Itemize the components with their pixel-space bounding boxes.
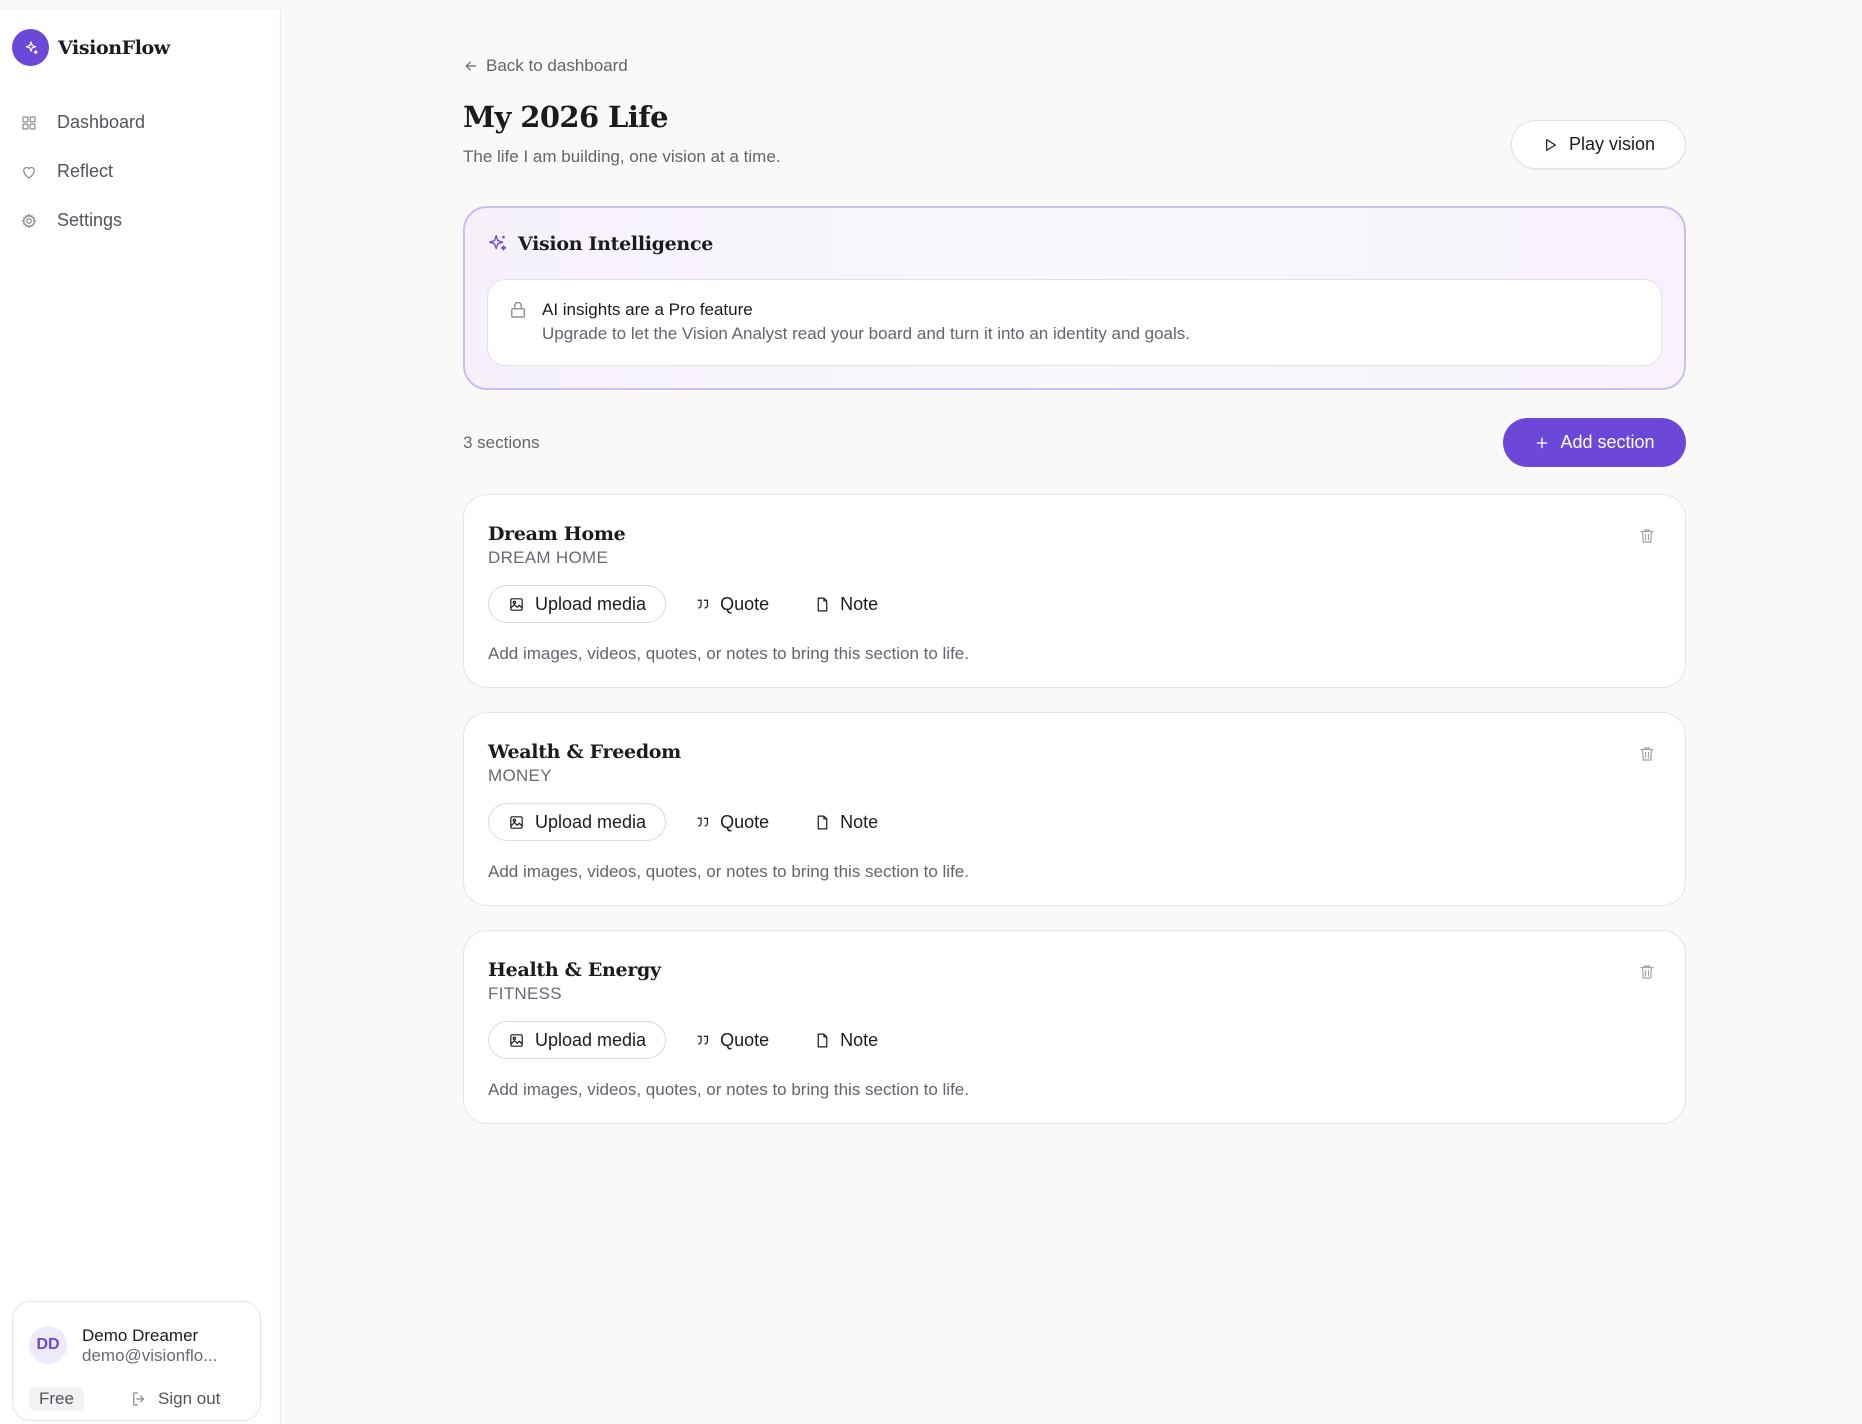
note-icon xyxy=(817,1033,828,1047)
app-name: VisionFlow xyxy=(58,36,170,59)
avatar[interactable]: DD xyxy=(29,1326,67,1364)
add-section-label: Add section xyxy=(1560,432,1655,452)
sidebar-item-reflect[interactable]: Reflect xyxy=(20,147,145,196)
quote-button[interactable]: Quote xyxy=(694,1021,769,1059)
note-label: Note xyxy=(840,1029,879,1050)
sidebar-item-settings[interactable]: Settings xyxy=(20,196,145,245)
section-card: Wealth & Freedom MONEY Upload media Quot… xyxy=(463,712,1686,906)
section-hint: Add images, videos, quotes, or notes to … xyxy=(488,1080,969,1099)
upload-media-button[interactable]: Upload media xyxy=(488,1021,667,1059)
pro-feature-title: AI insights are a Pro feature xyxy=(542,300,753,319)
section-actions: Upload media Quote Note xyxy=(488,803,878,841)
quote-icon xyxy=(697,1035,709,1045)
section-category: MONEY xyxy=(488,766,552,785)
image-icon xyxy=(510,1033,523,1047)
trash-icon[interactable] xyxy=(1638,745,1656,763)
note-button[interactable]: Note xyxy=(814,585,878,623)
intel-title: Vision Intelligence xyxy=(518,233,714,255)
section-count: 3 sections xyxy=(463,433,540,452)
trash-icon[interactable] xyxy=(1638,527,1656,545)
note-icon xyxy=(817,597,828,611)
note-label: Note xyxy=(840,811,879,832)
pro-feature-notice: AI insights are a Pro feature Upgrade to… xyxy=(487,279,1662,366)
plan-badge: Free xyxy=(29,1387,84,1411)
sign-out-label: Sign out xyxy=(158,1389,221,1408)
sidebar-item-label: Reflect xyxy=(57,161,114,181)
vision-intelligence-panel: Vision Intelligence AI insights are a Pr… xyxy=(463,206,1686,390)
quote-icon xyxy=(697,817,709,827)
back-link-label: Back to dashboard xyxy=(486,56,628,75)
section-title: Health & Energy xyxy=(488,959,661,981)
intel-header: Vision Intelligence xyxy=(487,233,713,255)
note-icon xyxy=(817,815,828,829)
quote-icon xyxy=(697,599,709,609)
section-hint: Add images, videos, quotes, or notes to … xyxy=(488,862,969,881)
pro-feature-description: Upgrade to let the Vision Analyst read y… xyxy=(542,324,1190,343)
user-name: Demo Dreamer xyxy=(82,1326,199,1345)
section-title: Dream Home xyxy=(488,523,626,545)
user-email: demo@visionflo... xyxy=(82,1346,218,1365)
lock-icon xyxy=(511,301,525,318)
trash-icon[interactable] xyxy=(1638,963,1656,981)
image-icon xyxy=(510,815,523,829)
section-title: Wealth & Freedom xyxy=(488,741,681,763)
play-vision-label: Play vision xyxy=(1568,134,1656,154)
page-title: My 2026 Life xyxy=(463,100,669,134)
upload-media-button[interactable]: Upload media xyxy=(488,585,667,623)
section-hint: Add images, videos, quotes, or notes to … xyxy=(488,644,969,663)
quote-button[interactable]: Quote xyxy=(694,585,769,623)
section-category: FITNESS xyxy=(488,984,562,1003)
upload-media-label: Upload media xyxy=(535,593,647,614)
section-category: DREAM HOME xyxy=(488,548,609,567)
sparkle-icon xyxy=(489,235,507,251)
grid-icon xyxy=(22,115,36,130)
gear-icon xyxy=(21,213,37,228)
quote-label: Quote xyxy=(720,593,770,614)
section-actions: Upload media Quote Note xyxy=(488,585,878,623)
sidebar-item-label: Dashboard xyxy=(57,112,146,132)
back-to-dashboard-link[interactable]: Back to dashboard xyxy=(463,56,628,76)
play-vision-button[interactable]: Play vision xyxy=(1511,120,1686,169)
arrow-left-icon xyxy=(465,61,477,71)
upload-media-label: Upload media xyxy=(535,811,647,832)
section-actions: Upload media Quote Note xyxy=(488,1021,878,1059)
section-card: Health & Energy FITNESS Upload media Quo… xyxy=(463,930,1686,1124)
sidebar: VisionFlow Dashboard Reflect Settings DD… xyxy=(0,10,281,1424)
heart-icon xyxy=(23,166,35,179)
add-section-button[interactable]: Add section xyxy=(1503,418,1686,467)
note-button[interactable]: Note xyxy=(814,1021,878,1059)
sparkle-logo-icon xyxy=(12,29,49,66)
upload-media-label: Upload media xyxy=(535,1029,647,1050)
brand[interactable]: VisionFlow xyxy=(12,29,170,66)
quote-label: Quote xyxy=(720,1029,770,1050)
quote-button[interactable]: Quote xyxy=(694,803,769,841)
note-button[interactable]: Note xyxy=(814,803,878,841)
image-icon xyxy=(510,597,523,611)
sign-out-icon xyxy=(133,1392,145,1406)
page-subtitle: The life I am building, one vision at a … xyxy=(463,147,781,166)
play-icon xyxy=(1546,138,1556,151)
sidebar-item-dashboard[interactable]: Dashboard xyxy=(20,98,145,147)
note-label: Note xyxy=(840,593,879,614)
sidebar-nav: Dashboard Reflect Settings xyxy=(20,98,145,245)
upload-media-button[interactable]: Upload media xyxy=(488,803,667,841)
sign-out-button[interactable]: Sign out xyxy=(130,1389,220,1409)
quote-label: Quote xyxy=(720,811,770,832)
section-card: Dream Home DREAM HOME Upload media Quote… xyxy=(463,494,1686,688)
plus-icon xyxy=(1537,437,1548,448)
sidebar-item-label: Settings xyxy=(57,210,123,230)
user-card: DD Demo Dreamer demo@visionflo... Free S… xyxy=(12,1301,261,1421)
